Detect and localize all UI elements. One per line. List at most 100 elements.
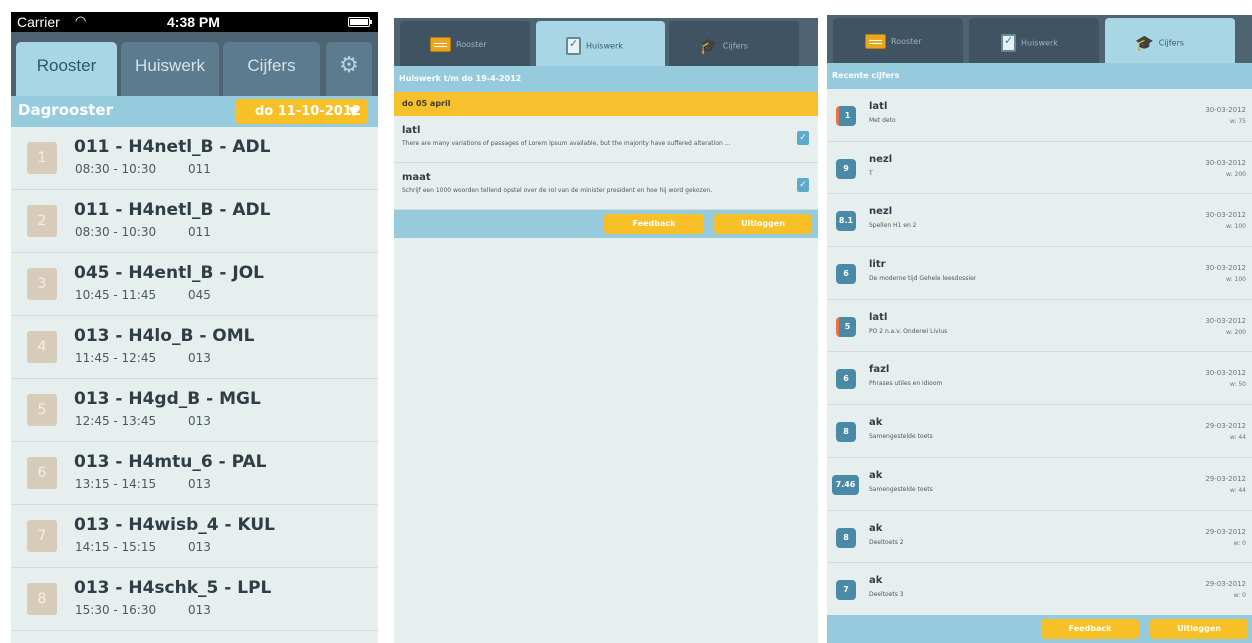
tab-bar: Rooster Huiswerk 🎓 Cijfers: [394, 18, 818, 66]
lesson-number: 2: [27, 205, 57, 237]
lesson-time: 14:15 - 15:15: [75, 540, 157, 554]
lesson-row[interactable]: 7 013 - H4wisb_4 - KUL 14:15 - 15:15 013: [11, 505, 378, 568]
grade-description: Spellen H1 en 2: [869, 222, 917, 230]
lesson-time: 08:30 - 10:30: [75, 225, 157, 239]
done-check-icon[interactable]: ✓: [797, 131, 809, 145]
grade-badge: 5: [836, 316, 856, 337]
grade-row[interactable]: 7 ak Deeltoets 3 29-03-2012 w: 0: [827, 563, 1252, 616]
logout-button[interactable]: Uitloggen: [714, 214, 812, 234]
lesson-title: 011 - H4netl_B - ADL: [74, 200, 271, 220]
tab-cijfers[interactable]: Cijfers: [223, 42, 320, 96]
lesson-room: 013: [188, 414, 211, 428]
lesson-title: 013 - H4gd_B - MGL: [74, 389, 261, 409]
grade-weight: w: 200: [1226, 328, 1246, 336]
tab-cijfers[interactable]: 🎓 Cijfers: [1105, 18, 1235, 63]
grade-row[interactable]: 8 ak Samengestelde toets 29-03-2012 w: 4…: [827, 405, 1252, 458]
lesson-time: 12:45 - 13:45: [75, 414, 157, 428]
grade-subject: latl: [869, 101, 888, 112]
lesson-number: 5: [27, 394, 57, 426]
tablet-homework-screen: Rooster Huiswerk 🎓 Cijfers Huiswerk t/m d…: [394, 18, 818, 643]
homework-description: There are many variations of passages of…: [402, 140, 731, 147]
grade-description: T: [869, 169, 873, 177]
lesson-row[interactable]: 5 013 - H4gd_B - MGL 12:45 - 13:45 013: [11, 379, 378, 442]
grade-description: PO 2 n.a.v. Onderwi Livius: [869, 327, 948, 335]
tab-rooster[interactable]: Rooster: [400, 21, 530, 66]
grade-row[interactable]: 6 fazl Phrases utiles en idioom 30-03-20…: [827, 352, 1252, 406]
homework-period-header: Huiswerk t/m do 19-4-2012: [394, 66, 818, 92]
grade-row[interactable]: 6 litr De moderne tijd Gehele leesdossie…: [827, 247, 1252, 300]
grade-row[interactable]: 7.46 ak Samengestelde toets 29-03-2012 w…: [827, 458, 1252, 511]
grade-subject: ak: [869, 469, 883, 481]
lesson-title: 013 - H4lo_B - OML: [74, 326, 255, 346]
tab-huiswerk[interactable]: Huiswerk: [121, 42, 219, 96]
tab-cijfers[interactable]: 🎓 Cijfers: [669, 21, 799, 66]
lesson-time: 08:30 - 10:30: [75, 162, 157, 176]
homework-item[interactable]: latl There are many variations of passag…: [394, 116, 818, 163]
clipboard-check-icon: [566, 37, 581, 55]
tab-bar: Rooster Huiswerk 🎓 Cijfers: [827, 15, 1252, 63]
lesson-title: 013 - H4schk_5 - LPL: [74, 578, 272, 598]
tab-label: Cijfers: [1158, 38, 1184, 48]
lesson-room: 011: [188, 162, 211, 176]
grade-description: Deeltoets 3: [869, 591, 904, 599]
tab-huiswerk[interactable]: Huiswerk: [536, 21, 665, 66]
lesson-title: 045 - H4entl_B - JOL: [74, 263, 264, 283]
lesson-row[interactable]: 1 011 - H4netl_B - ADL 08:30 - 10:30 011: [11, 127, 378, 190]
lesson-title: 013 - H4wisb_4 - KUL: [74, 515, 275, 535]
tab-rooster[interactable]: Rooster: [833, 18, 963, 63]
calendar-icon: [430, 37, 451, 52]
grade-date: 30-03-2012: [1205, 316, 1246, 325]
homework-description: Schrijf een 1000 woorden tellend opstel …: [402, 187, 713, 194]
lesson-room: 013: [188, 603, 211, 617]
lesson-number: 3: [27, 268, 57, 300]
settings-gear-icon[interactable]: ⚙: [326, 42, 372, 96]
tab-huiswerk[interactable]: Huiswerk: [969, 18, 1099, 63]
grade-date: 29-03-2012: [1205, 422, 1246, 431]
grade-description: De moderne tijd Gehele leesdossier: [869, 275, 977, 283]
done-check-icon[interactable]: ✓: [797, 178, 809, 192]
grade-description: Phrases utiles en idioom: [869, 380, 943, 388]
lesson-time: 13:15 - 14:15: [75, 477, 157, 491]
lesson-title: 011 - H4netl_B - ADL: [74, 137, 271, 157]
page-title: Dagrooster: [18, 101, 113, 119]
grade-badge: 9: [836, 158, 856, 179]
lesson-row[interactable]: 8 013 - H4schk_5 - LPL 15:30 - 16:30 013: [11, 568, 378, 631]
grade-row[interactable]: 8 ak Deeltoets 2 29-03-2012 w: 0: [827, 511, 1252, 564]
grade-row[interactable]: 1 latl Met deto 30-03-2012 w: 75: [827, 89, 1252, 142]
feedback-button[interactable]: Feedback: [1041, 619, 1139, 639]
grade-badge: 7: [836, 580, 856, 601]
homework-item[interactable]: maat Schrijf een 1000 woorden tellend op…: [394, 163, 818, 210]
lesson-number: 7: [27, 520, 57, 552]
status-bar: Carrier ◠ 4:38 PM: [11, 12, 378, 32]
lesson-row[interactable]: 6 013 - H4mtu_6 - PAL 13:15 - 14:15 013: [11, 442, 378, 505]
footer-bar: Feedback Uitloggen: [394, 210, 818, 238]
lesson-row[interactable]: 3 045 - H4entl_B - JOL 10:45 - 11:45 045: [11, 253, 378, 316]
tab-label: Cijfers: [722, 41, 748, 51]
chevron-down-icon: ▼: [348, 104, 358, 118]
feedback-button[interactable]: Feedback: [604, 214, 704, 234]
grade-weight: w: 100: [1226, 223, 1246, 231]
grade-subject: nezl: [869, 206, 893, 218]
tab-label: Huiswerk: [1021, 38, 1058, 48]
grade-badge: 8: [836, 527, 856, 548]
lesson-time: 15:30 - 16:30: [75, 603, 157, 617]
calendar-icon: [865, 34, 886, 49]
homework-subject: maat: [402, 172, 431, 183]
tablet-grades-screen: Rooster Huiswerk 🎓 Cijfers Recente cijfer…: [827, 15, 1252, 643]
lesson-number: 1: [27, 142, 57, 174]
logout-button[interactable]: Uitloggen: [1150, 619, 1248, 639]
grades-list: 1 latl Met deto 30-03-2012 w: 75 9 nezl …: [827, 89, 1252, 616]
grade-badge: 6: [836, 264, 856, 285]
grade-row[interactable]: 9 nezl T 30-03-2012 w: 200: [827, 142, 1252, 195]
tab-rooster[interactable]: Rooster: [16, 42, 117, 96]
lesson-row[interactable]: 4 013 - H4lo_B - OML 11:45 - 12:45 013: [11, 316, 378, 379]
grade-subject: ak: [869, 417, 883, 429]
grade-row[interactable]: 5 latl PO 2 n.a.v. Onderwi Livius 30-03-…: [827, 300, 1252, 353]
grade-weight: w: 44: [1229, 486, 1246, 494]
grade-subject: litr: [869, 259, 886, 271]
date-picker-button[interactable]: do 11-10-2012 ▼: [235, 99, 368, 124]
lesson-time: 11:45 - 12:45: [75, 351, 157, 365]
grade-row[interactable]: 8.1 nezl Spellen H1 en 2 30-03-2012 w: 1…: [827, 194, 1252, 248]
lesson-row[interactable]: 2 011 - H4netl_B - ADL 08:30 - 10:30 011: [11, 190, 378, 253]
grade-subject: ak: [869, 575, 883, 587]
